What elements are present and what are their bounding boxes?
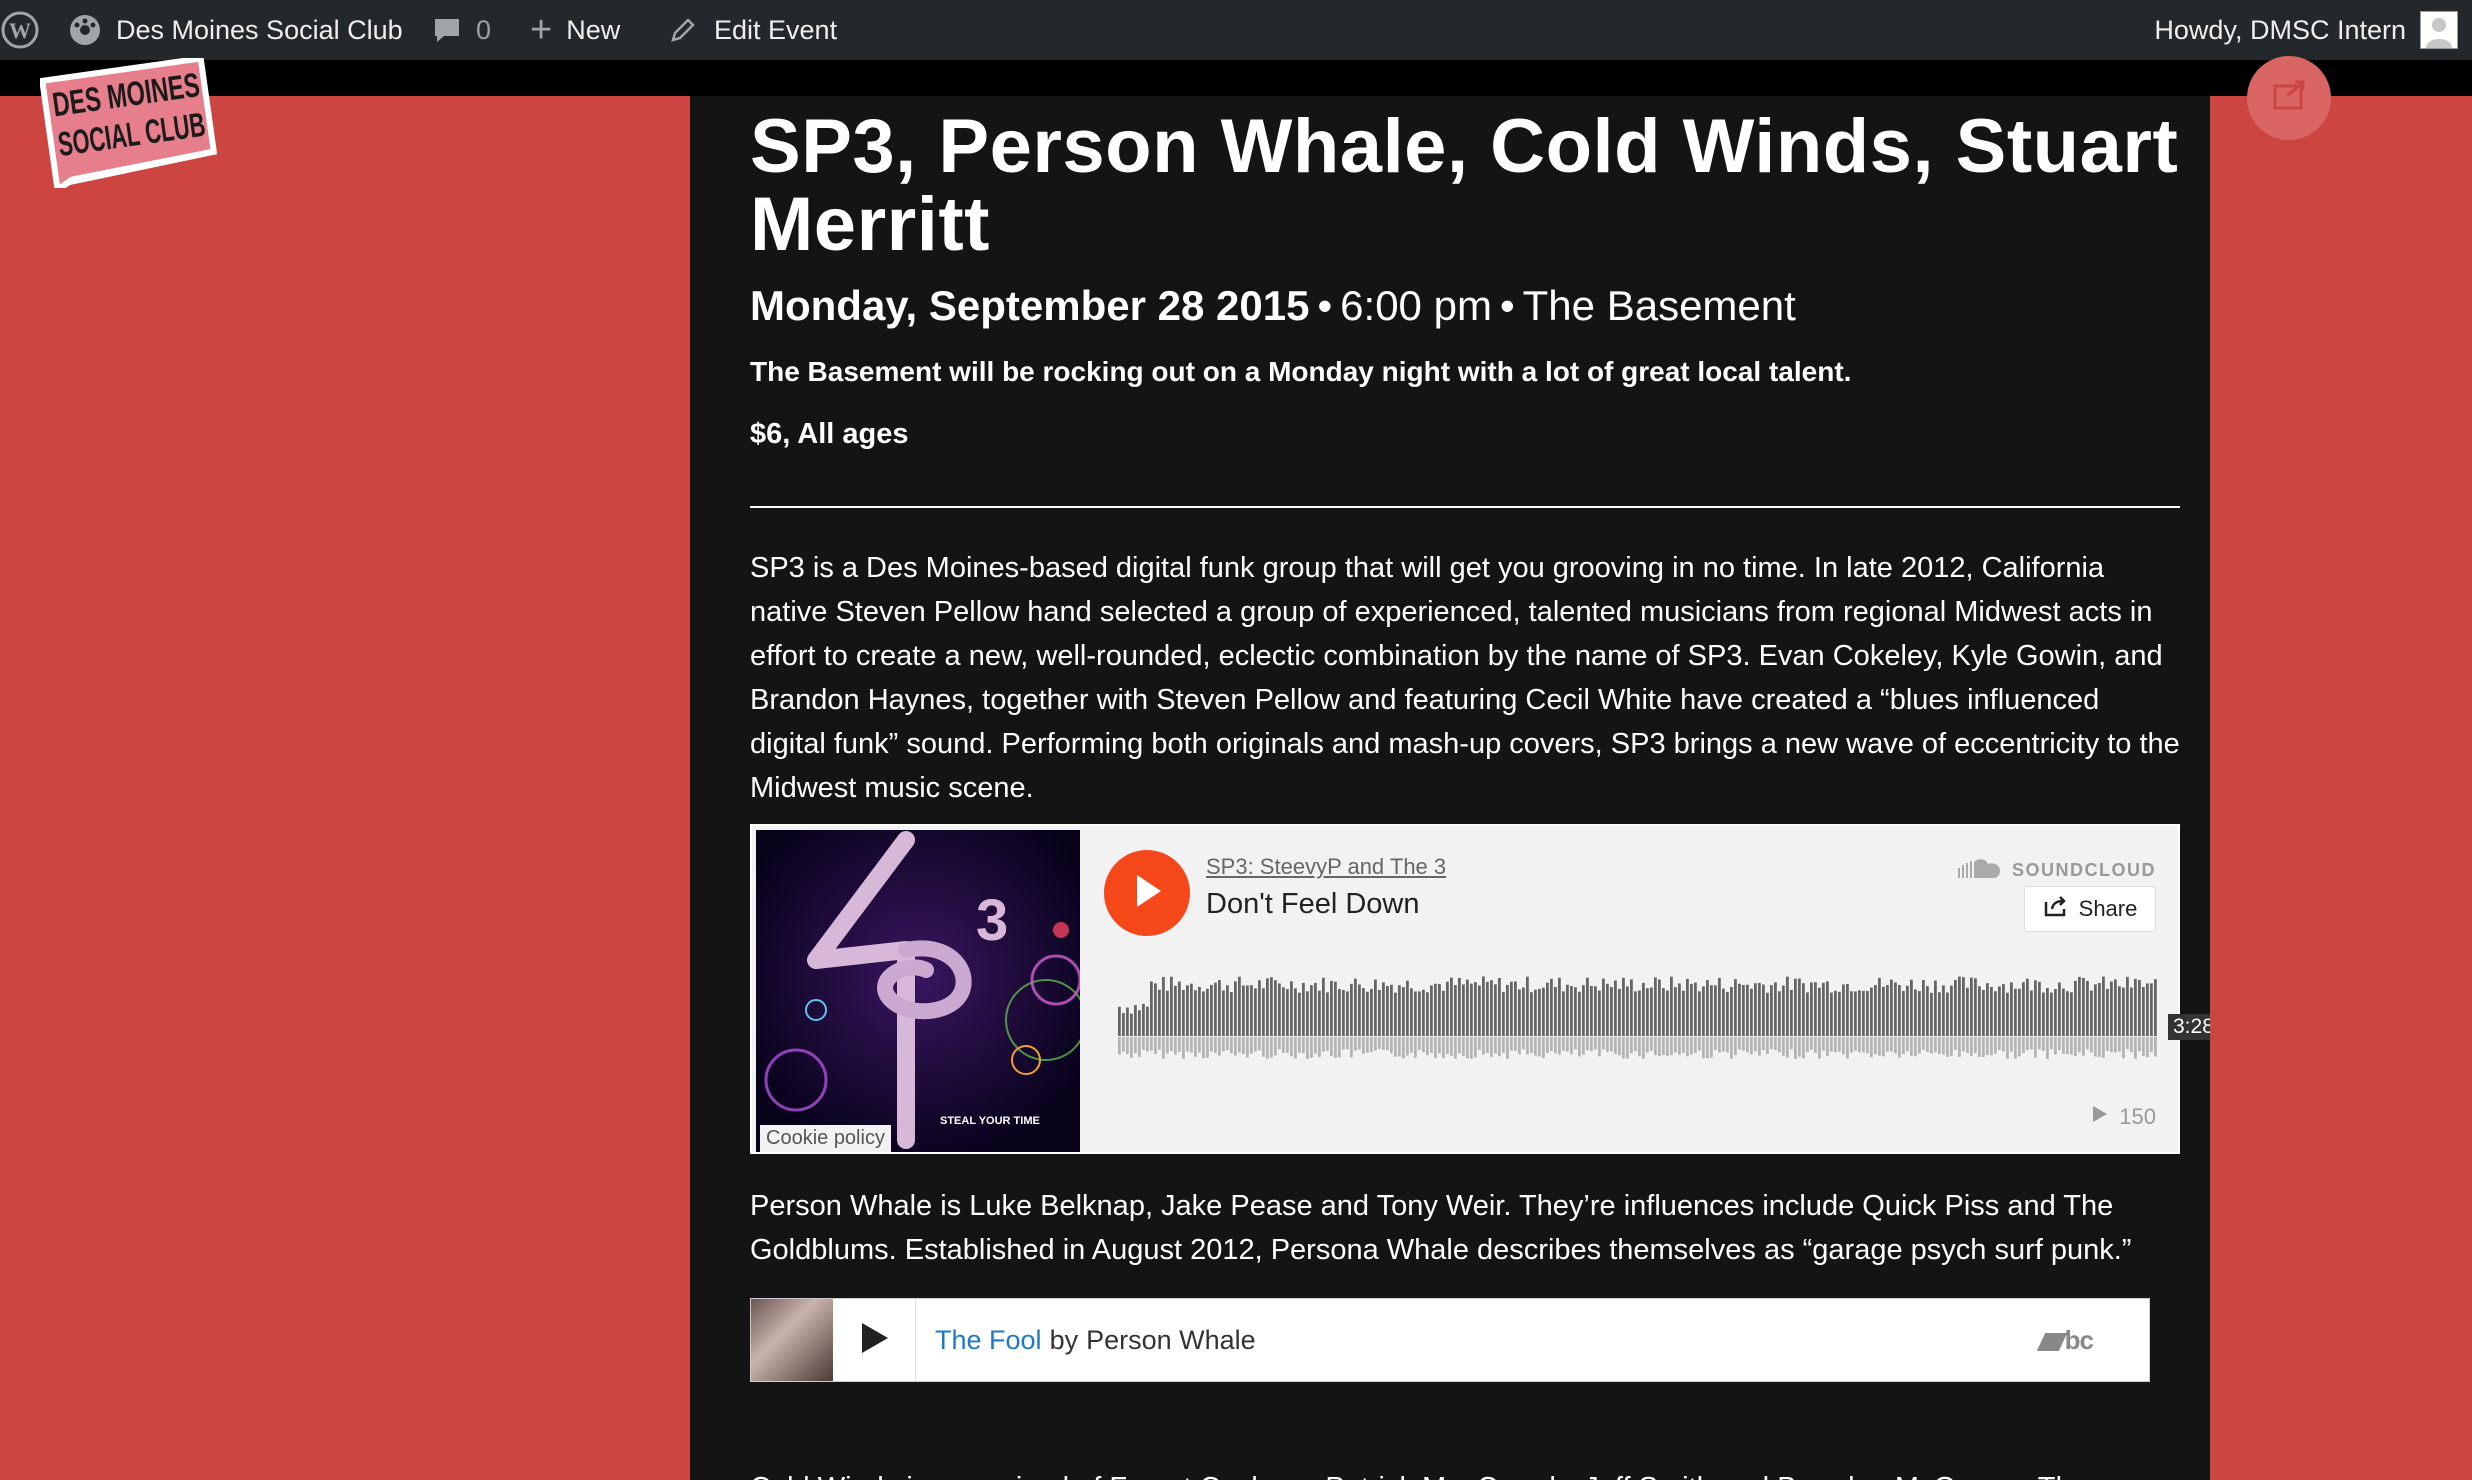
album-art: 3 STEAL YOUR TIME Cookie policy	[756, 830, 1080, 1152]
play-count: 150	[2091, 1104, 2156, 1130]
track-duration: 3:28	[2168, 1014, 2210, 1040]
new-content-menu[interactable]: + New	[530, 0, 620, 60]
waveform[interactable]	[1118, 956, 2158, 1076]
site-logo[interactable]: DES MOINES SOCIAL CLUB	[38, 55, 220, 196]
dashboard-icon	[68, 13, 102, 47]
share-circle-button[interactable]	[2247, 56, 2331, 140]
event-article: SP3, Person Whale, Cold Winds, Stuart Me…	[690, 96, 2210, 1480]
share-label: Share	[2078, 896, 2138, 921]
event-venue: The Basement	[1522, 282, 1796, 329]
meta-separator: •	[1499, 282, 1515, 329]
howdy-text: Howdy, DMSC Intern	[2154, 14, 2406, 45]
avatar	[2420, 11, 2458, 49]
cookie-policy-link[interactable]: Cookie policy	[760, 1125, 891, 1152]
bandcamp-track-info: The Fool by Person Whale	[935, 1299, 1256, 1381]
track-title[interactable]: Don't Feel Down	[1206, 888, 1419, 921]
sp3-description: SP3 is a Des Moines-based digital funk g…	[750, 552, 2180, 804]
bandcamp-player[interactable]: The Fool by Person Whale bc	[750, 1298, 2150, 1382]
edit-event-link[interactable]: Edit Event	[668, 0, 837, 60]
play-count-value: 150	[2119, 1104, 2156, 1129]
svg-text:W: W	[9, 18, 31, 43]
soundcloud-player[interactable]: 3 STEAL YOUR TIME Cookie policy SP3: Ste…	[750, 824, 2210, 1154]
event-meta: Monday, September 28 2015 • 6:00 pm • The Ba…	[750, 280, 2180, 332]
bandcamp-play-button[interactable]	[833, 1299, 916, 1381]
site-menu[interactable]: Des Moines Social Club	[68, 0, 403, 60]
event-time: 6:00 pm	[1340, 282, 1492, 329]
pencil-icon	[668, 15, 698, 45]
cold-winds-description: Cold Winds is comprised of Forest Cochra…	[750, 1466, 2180, 1480]
plays-icon	[2091, 1104, 2109, 1130]
event-date: Monday, September 28 2015	[750, 282, 1310, 329]
user-account-menu[interactable]: Howdy, DMSC Intern	[2154, 0, 2458, 60]
comments-count: 0	[476, 14, 492, 45]
track-artist-link[interactable]: SP3: SteevyP and The 3	[1206, 854, 1446, 880]
edit-event-label: Edit Event	[714, 14, 838, 45]
bandcamp-by: by	[1049, 1324, 1079, 1355]
art-caption: STEAL YOUR TIME	[940, 1115, 1040, 1127]
new-label: New	[566, 14, 621, 45]
play-icon	[1129, 871, 1165, 916]
soundcloud-logo[interactable]: SOUNDCLOUD	[1956, 856, 2156, 885]
bandcamp-artist[interactable]: Person Whale	[1086, 1325, 1256, 1356]
bandcamp-logo-text: bc	[2064, 1325, 2094, 1355]
admin-bar: W Des Moines Social Club 0 + New Edit Ev…	[0, 0, 2472, 60]
event-title: SP3, Person Whale, Cold Winds, Stuart Me…	[750, 104, 2179, 267]
art-number: 3	[976, 888, 1008, 953]
soundcloud-cloud-icon	[1956, 856, 2004, 885]
divider	[750, 506, 2180, 508]
share-icon	[2043, 894, 2069, 924]
plus-icon: +	[530, 9, 553, 51]
play-icon	[858, 1321, 890, 1360]
share-button[interactable]: Share	[2024, 886, 2156, 932]
comments-link[interactable]: 0	[432, 0, 491, 60]
meta-separator: •	[1317, 282, 1333, 329]
person-whale-description: Person Whale is Luke Belknap, Jake Pease…	[750, 1190, 2132, 1266]
header-strip	[0, 60, 2472, 96]
share-icon	[2269, 76, 2309, 121]
bandcamp-album-thumb[interactable]	[751, 1299, 833, 1381]
play-button[interactable]	[1104, 850, 1190, 936]
event-price: $6, All ages	[750, 418, 909, 450]
comment-bubble-icon	[432, 15, 462, 45]
soundcloud-brand: SOUNDCLOUD	[2012, 860, 2156, 880]
bandcamp-parallelogram-icon	[2036, 1333, 2067, 1352]
bandcamp-track-link[interactable]: The Fool	[935, 1325, 1042, 1356]
event-summary: The Basement will be rocking out on a Mo…	[750, 356, 1852, 387]
bandcamp-logo[interactable]: bc	[2036, 1325, 2094, 1356]
wordpress-logo-icon[interactable]: W	[0, 0, 40, 60]
site-name: Des Moines Social Club	[116, 14, 403, 45]
